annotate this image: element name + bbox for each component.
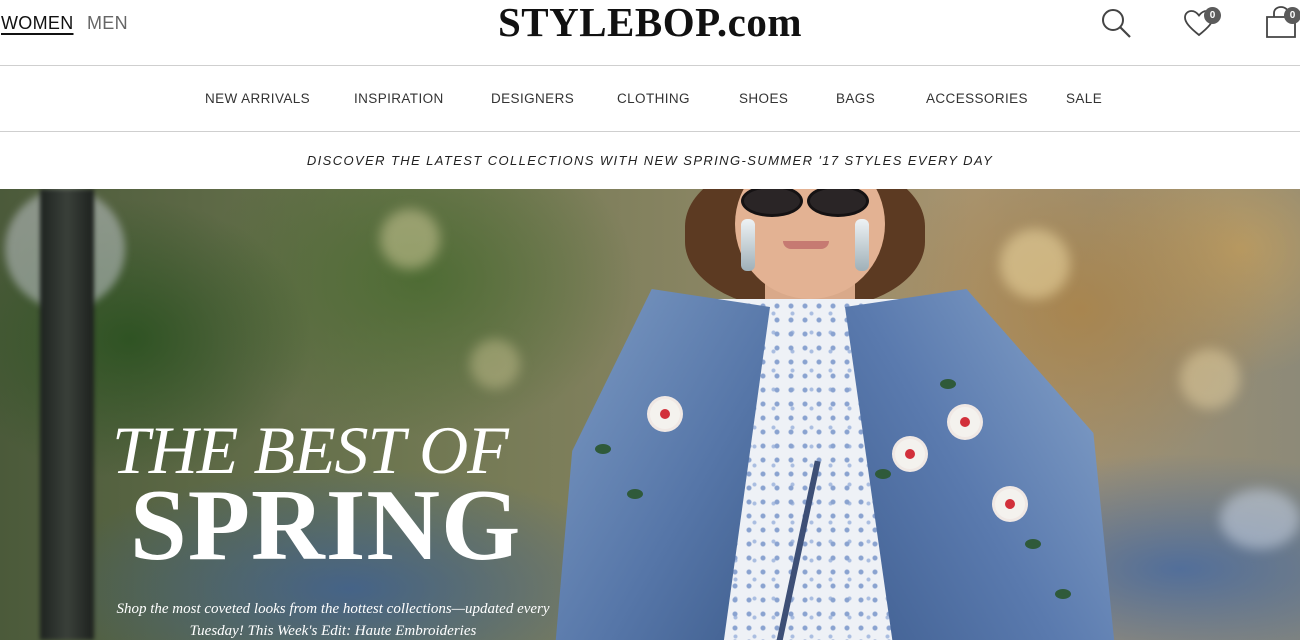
- bokeh-light: [1220, 489, 1300, 549]
- earring: [855, 219, 869, 271]
- nav-new-arrivals[interactable]: NEW ARRIVALS: [205, 91, 310, 106]
- embroidered-flower: [995, 489, 1025, 519]
- nav-shoes[interactable]: SHOES: [739, 91, 788, 106]
- wishlist-count-badge: 0: [1204, 7, 1221, 24]
- main-nav: NEW ARRIVALS INSPIRATION DESIGNERS CLOTH…: [0, 66, 1300, 132]
- search-icon: [1102, 9, 1131, 38]
- top-header: WOMEN MEN STYLEBOP.com 0 0: [0, 0, 1300, 66]
- hero-title-line2: SPRING: [130, 469, 522, 582]
- nav-designers[interactable]: DESIGNERS: [491, 91, 574, 106]
- hero-banner[interactable]: THE BEST OF SPRING Shop the most coveted…: [0, 189, 1300, 640]
- nav-bags[interactable]: BAGS: [836, 91, 875, 106]
- hero-subtitle: Shop the most coveted looks from the hot…: [116, 601, 550, 639]
- search-button[interactable]: [1100, 7, 1132, 39]
- promo-banner[interactable]: DISCOVER THE LATEST COLLECTIONS WITH NEW…: [0, 132, 1300, 189]
- cart-count-badge: 0: [1284, 7, 1300, 24]
- nav-inspiration[interactable]: INSPIRATION: [354, 91, 444, 106]
- background-lamp-post: [40, 189, 94, 640]
- embroidered-flower: [950, 407, 980, 437]
- nav-sale[interactable]: SALE: [1066, 91, 1102, 106]
- nav-clothing[interactable]: CLOTHING: [617, 91, 690, 106]
- nav-accessories[interactable]: ACCESSORIES: [926, 91, 1028, 106]
- hero-model-photo: [555, 189, 1115, 640]
- sunglasses: [741, 189, 871, 219]
- embroidered-flower: [895, 439, 925, 469]
- bokeh-light: [380, 209, 440, 269]
- wishlist-button[interactable]: 0: [1183, 7, 1223, 39]
- bokeh-light: [470, 339, 520, 389]
- denim-jacket: [845, 289, 1115, 640]
- bokeh-light: [1180, 349, 1240, 409]
- earring: [741, 219, 755, 271]
- embroidered-flower: [650, 399, 680, 429]
- cart-button[interactable]: 0: [1264, 5, 1300, 41]
